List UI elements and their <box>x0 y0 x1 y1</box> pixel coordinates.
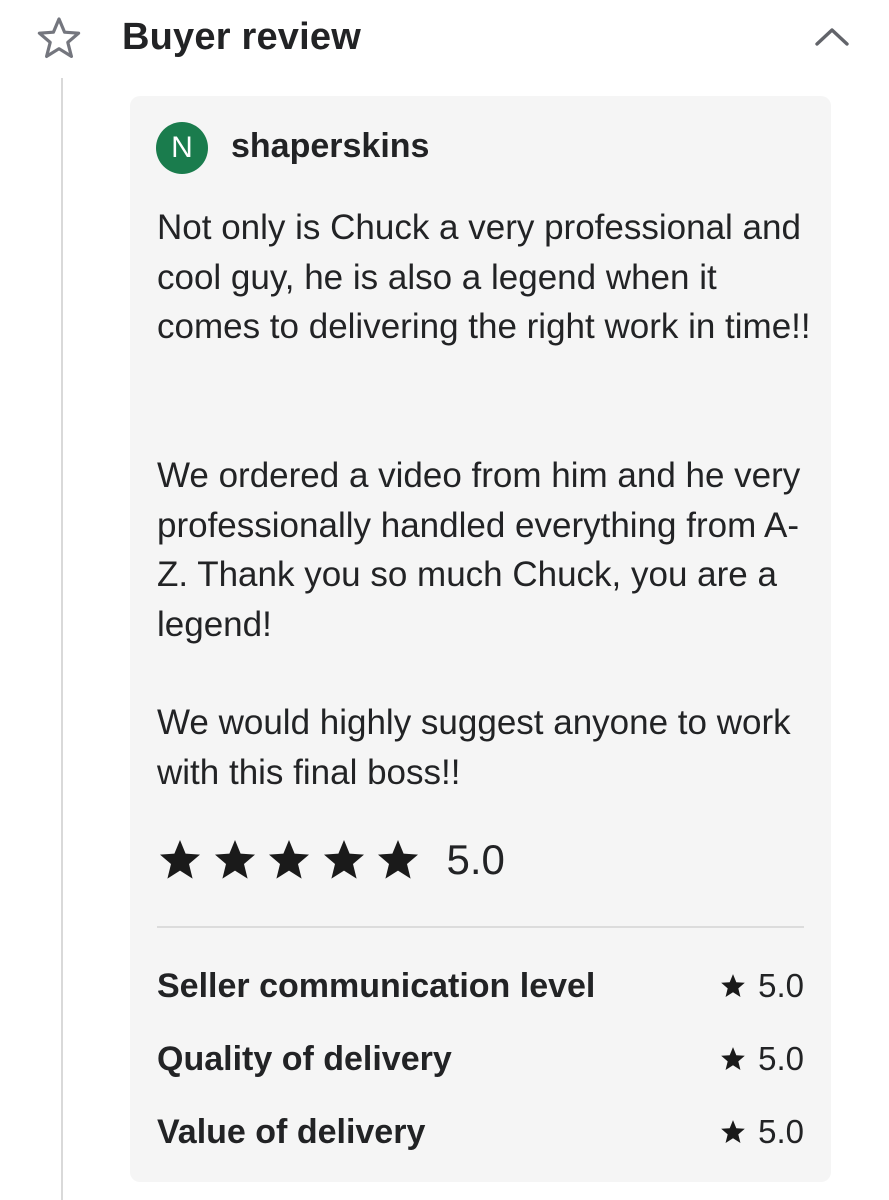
sub-rating-score: 5.0 <box>720 964 804 1008</box>
star-filled-icon <box>214 840 255 879</box>
sub-rating-value: 5.0 <box>758 1040 804 1077</box>
star-filled-icon <box>378 840 418 879</box>
star-filled-icon <box>160 840 200 879</box>
star-filled-icon <box>323 840 364 879</box>
avatar[interactable]: N <box>156 122 208 174</box>
overall-rating-value: 5.0 <box>446 836 505 883</box>
reviewer-username[interactable]: shaperskins <box>231 126 429 166</box>
sub-rating-score: 5.0 <box>720 1037 804 1081</box>
star-filled-icon <box>721 1047 745 1070</box>
sub-rating-value: 5.0 <box>758 1113 804 1150</box>
review-paragraph: We ordered a video from him and he very … <box>157 456 801 644</box>
star-outline-icon <box>37 17 81 58</box>
section-title: Buyer review <box>122 16 361 58</box>
overall-rating: 5.0 <box>158 834 505 886</box>
timeline-line <box>61 78 63 1200</box>
sub-rating-value: 5.0 <box>758 967 804 1004</box>
sub-rating-score: 5.0 <box>720 1110 804 1154</box>
chevron-up-icon[interactable] <box>812 22 852 52</box>
sub-rating-row: Seller communication level 5.0 <box>157 964 804 1008</box>
sub-rating-row: Value of delivery 5.0 <box>157 1110 804 1154</box>
review-paragraph: Not only is Chuck a very professional an… <box>157 208 811 346</box>
review-paragraph: We would highly suggest anyone to work w… <box>157 703 791 792</box>
review-header[interactable]: Buyer review <box>0 0 889 80</box>
star-filled-icon <box>269 840 309 879</box>
star-filled-icon <box>721 974 745 997</box>
sub-rating-label: Seller communication level <box>157 967 596 1005</box>
star-filled-icon <box>721 1120 745 1143</box>
divider <box>157 926 804 928</box>
sub-rating-label: Quality of delivery <box>157 1040 452 1078</box>
sub-rating-label: Value of delivery <box>157 1113 426 1151</box>
sub-rating-row: Quality of delivery 5.0 <box>157 1037 804 1081</box>
